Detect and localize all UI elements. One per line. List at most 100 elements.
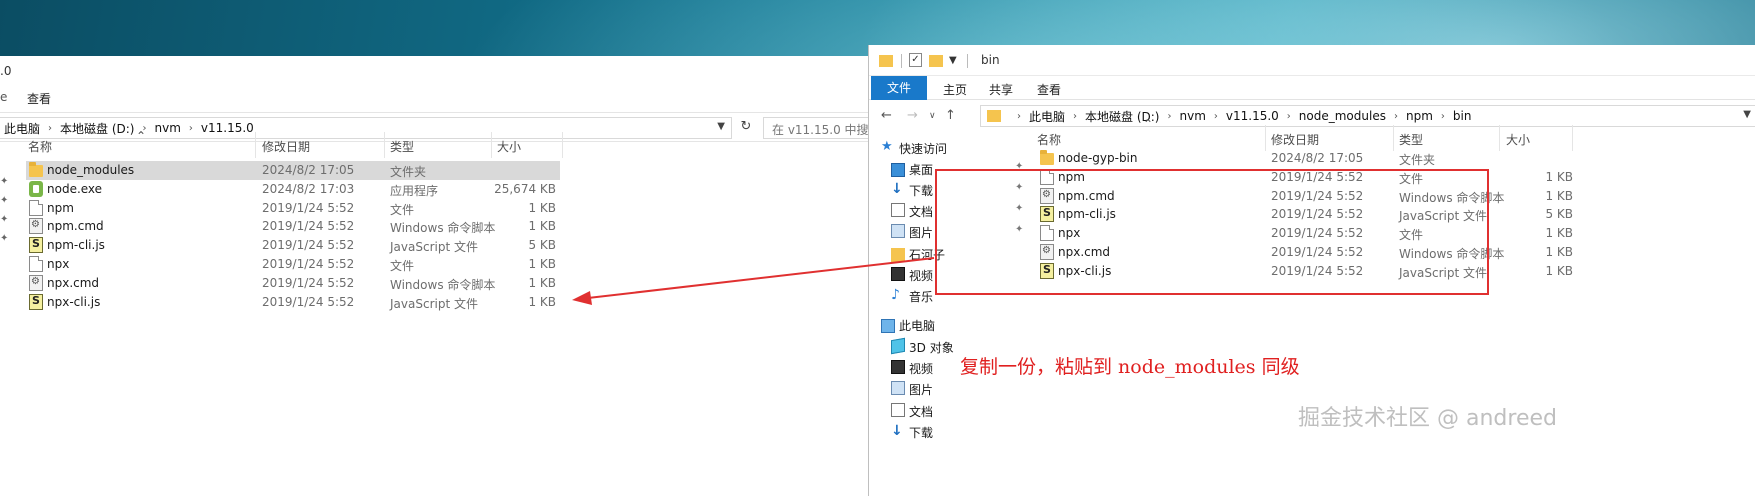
file-row[interactable]: npm 2019/1/24 5:52 文件 1 KB (1037, 168, 1577, 187)
breadcrumb-item[interactable]: bin (1453, 109, 1472, 123)
ribbon-tab-view[interactable]: 查看 (27, 90, 51, 107)
nav-item[interactable]: 视频 (869, 264, 1029, 285)
nav-item[interactable]: 文档 ✦ (869, 200, 1029, 221)
column-header-date[interactable]: 修改日期 (1271, 131, 1319, 148)
breadcrumb-separator-icon[interactable]: › (1167, 111, 1171, 122)
up-arrow-icon[interactable]: ↑ (945, 108, 956, 123)
file-name: npm (47, 200, 74, 215)
nav-item[interactable]: ★ 快速访问 (869, 137, 1029, 158)
ribbon-tab-home[interactable]: 主页 (943, 81, 967, 98)
music-icon: ♪ (891, 287, 900, 303)
document-icon (891, 403, 905, 417)
breadcrumb-separator-icon[interactable]: › (1394, 111, 1398, 122)
file-row[interactable]: npx-cli.js 2019/1/24 5:52 JavaScript 文件 1 K… (1037, 262, 1577, 281)
nav-item[interactable]: ↓ 下载 (869, 421, 1029, 442)
nav-item-label: 音乐 (909, 290, 934, 304)
file-size: 1 KB (1545, 226, 1573, 241)
file-row[interactable]: npm-cli.js 2019/1/24 5:52 JavaScript 文件 5 K… (1037, 205, 1577, 224)
column-header-name[interactable]: 名称 (28, 138, 52, 155)
pin-icon[interactable]: ✦ (0, 233, 8, 244)
file-date: 2019/1/24 5:52 (262, 238, 355, 253)
breadcrumb-item[interactable]: 此电脑 (1029, 108, 1065, 125)
navigation-pane: ★ 快速访问 桌面 ✦ ↓ 下载 ✦ 文档 ✦ 图片 ✦ 石河子 视频 ♪ 音乐 此电脑 3D 对象 视频 图片 文档… (869, 133, 1029, 496)
file-date: 2024/8/2 17:05 (1271, 151, 1364, 165)
file-row[interactable]: npm 2019/1/24 5:52 文件 1 KB (26, 199, 560, 218)
nav-item[interactable]: 桌面 ✦ (869, 158, 1029, 179)
recent-locations-icon[interactable]: ∨ (929, 111, 936, 121)
nav-item[interactable]: ♪ 音乐 (869, 285, 1029, 306)
video-icon (891, 267, 905, 281)
file-type: JavaScript 文件 (1399, 209, 1487, 224)
js-icon (29, 237, 43, 254)
breadcrumb-separator-icon[interactable]: › (1287, 111, 1291, 122)
column-header-date[interactable]: 修改日期 (262, 138, 310, 155)
breadcrumb-item[interactable]: npm (1406, 109, 1433, 123)
file-type: Windows 命令脚本 (1399, 247, 1505, 261)
breadcrumb-item[interactable]: nvm (1179, 109, 1205, 123)
customize-toolbar-icon[interactable]: ▼ (949, 55, 957, 66)
file-name: node-gyp-bin (1058, 151, 1138, 165)
ribbon-tab-share[interactable]: 共享 (989, 81, 1013, 98)
chevron-down-icon[interactable]: ▼ (1743, 109, 1751, 120)
file-size: 5 KB (528, 238, 556, 253)
file-row[interactable]: node-gyp-bin 2024/8/2 17:05 文件夹 (1037, 149, 1577, 168)
breadcrumb-item[interactable]: node_modules (1299, 109, 1386, 123)
file-type: 文件 (1399, 228, 1424, 243)
file-row[interactable]: npx-cli.js 2019/1/24 5:52 JavaScript 文件 1 K… (26, 293, 560, 312)
file-row[interactable]: node_modules 2024/8/2 17:05 文件夹 (26, 161, 560, 180)
ribbon-tab-file[interactable]: 文件 (871, 76, 927, 100)
file-row[interactable]: npm-cli.js 2019/1/24 5:52 JavaScript 文件 5 K… (26, 236, 560, 255)
search-input[interactable]: 在 v11.15.0 中搜索 (763, 117, 868, 139)
address-bar[interactable]: › 此电脑 › 本地磁盘 (D:) › nvm › v11.15.0 › node_modules… (980, 105, 1755, 127)
nav-item[interactable]: 此电脑 (869, 314, 1029, 335)
chevron-down-icon[interactable]: ▼ (717, 121, 725, 132)
breadcrumb-separator-icon[interactable]: › (1441, 111, 1445, 122)
file-icon (1040, 168, 1054, 185)
file-row[interactable]: node.exe 2024/8/2 17:03 应用程序 25,674 KB (26, 180, 560, 199)
file-row[interactable]: npx.cmd2019/1/24 5:52Windows 命令脚本1 KB (26, 274, 560, 293)
ribbon-tab-view[interactable]: 查看 (1037, 81, 1061, 98)
document-icon (891, 203, 905, 217)
file-icon (29, 256, 43, 272)
column-header-size[interactable]: 大小 (1506, 131, 1530, 148)
pin-icon[interactable]: ✦ (0, 214, 8, 225)
folder-icon (987, 110, 1001, 122)
nav-item[interactable]: 图片 ✦ (869, 221, 1029, 242)
breadcrumb-separator-icon[interactable]: › (1017, 111, 1021, 122)
column-header-name[interactable]: 名称 (1037, 131, 1061, 148)
nav-item[interactable]: ↓ 下载 ✦ (869, 179, 1029, 200)
pin-icon[interactable]: ✦ (1015, 203, 1023, 214)
column-header-type[interactable]: 类型 (390, 138, 414, 155)
breadcrumb-separator-icon[interactable]: › (1214, 111, 1218, 122)
pin-icon[interactable]: ✦ (1015, 161, 1023, 172)
pin-icon[interactable]: ✦ (1015, 224, 1023, 235)
breadcrumb-separator-icon[interactable]: › (1073, 111, 1077, 122)
refresh-icon[interactable]: ↻ (737, 119, 755, 137)
file-row[interactable]: npx.cmd2019/1/24 5:52Windows 命令脚本1 KB (1037, 243, 1577, 262)
cmd-icon (29, 218, 43, 235)
file-row[interactable]: npm.cmd2019/1/24 5:52Windows 命令脚本1 KB (1037, 187, 1577, 206)
properties-icon[interactable]: ✓ (909, 53, 922, 67)
file-row[interactable]: npx 2019/1/24 5:52 文件 1 KB (26, 255, 560, 274)
file-size: 1 KB (528, 257, 556, 271)
pin-icon[interactable]: ✦ (1015, 182, 1023, 193)
ribbon: e 查看 (0, 86, 868, 112)
nav-item[interactable]: 石河子 (869, 243, 1029, 264)
back-arrow-icon[interactable]: ← (881, 108, 892, 123)
ribbon-tab-partial[interactable]: e (0, 90, 7, 104)
file-row[interactable]: npx 2019/1/24 5:52 文件 1 KB (1037, 224, 1577, 243)
file-row[interactable]: npm.cmd2019/1/24 5:52Windows 命令脚本1 KB (26, 217, 560, 236)
nav-item[interactable]: 文档 (869, 400, 1029, 421)
file-name: npx (47, 257, 70, 271)
column-header-size[interactable]: 大小 (497, 138, 521, 155)
nav-item[interactable]: 图片 (869, 378, 1029, 399)
pin-icon[interactable]: ✦ (0, 195, 8, 206)
watermark: 掘金技术社区 @ andreed (1298, 406, 1557, 431)
forward-arrow-icon[interactable]: → (907, 108, 918, 123)
column-header-type[interactable]: 类型 (1399, 131, 1423, 148)
breadcrumb-item[interactable]: v11.15.0 (1226, 109, 1279, 123)
file-size: 1 KB (528, 294, 556, 309)
pin-icon[interactable]: ✦ (0, 176, 8, 187)
explorer-window-left: .0 e 查看 此电脑 › 本地磁盘 (D:) › nvm › v11.15.0 ▼ ↻ 在 … (0, 56, 868, 496)
new-folder-icon[interactable] (929, 55, 943, 67)
